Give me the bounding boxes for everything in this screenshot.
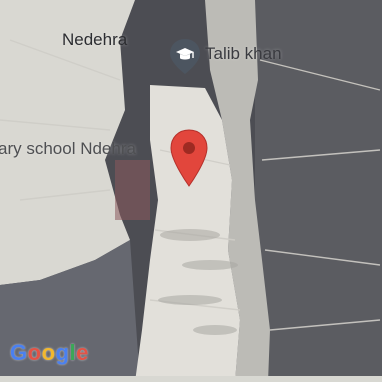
village-label[interactable]: Nedehra: [62, 30, 127, 50]
google-logo-letter: o: [27, 340, 42, 365]
google-logo-letter: o: [41, 340, 56, 365]
google-logo-letter: g: [55, 340, 70, 365]
google-logo-letter: e: [76, 340, 89, 365]
map-view[interactable]: Nedehra Talib khan ary school Ndehra Goo…: [0, 0, 382, 382]
google-logo: Google: [10, 340, 89, 366]
graduation-cap-pin-icon[interactable]: [168, 38, 202, 76]
bottom-strip: [0, 376, 382, 382]
school-label[interactable]: ary school Ndehra: [0, 139, 136, 159]
google-logo-letter: G: [10, 340, 28, 365]
location-pin-icon[interactable]: [167, 128, 211, 188]
person-place-label[interactable]: Talib khan: [205, 44, 282, 64]
